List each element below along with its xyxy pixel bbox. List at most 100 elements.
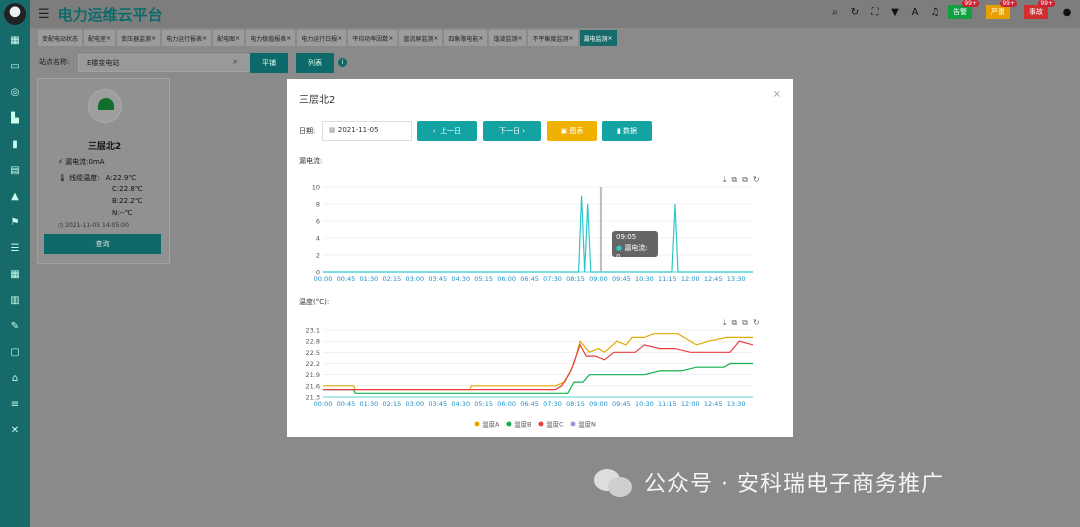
device-avatar [88, 89, 122, 123]
shirt-icon[interactable]: ▼ [888, 5, 902, 19]
date-picker[interactable]: ▦ 2021-11-05 [322, 121, 412, 141]
temp-row: 🌡 线缆温度: A:22.9℃ [58, 174, 137, 182]
header-tools: ⌕ ↻ ⛶ ▼ A ♫ 告警 99+ 严重 99+ 事故 99+ ● [828, 0, 1074, 19]
modal-title: 三层北2 [299, 95, 336, 106]
x-tick-label: 12:45 [704, 400, 723, 408]
fullscreen-icon[interactable]: ⛶ [868, 5, 882, 19]
list-button[interactable]: 列表 [296, 53, 334, 73]
alarm-badge-serious[interactable]: 严重 99+ [986, 0, 1017, 19]
badge-count: 99+ [1038, 0, 1055, 7]
x-tick-label: 08:15 [566, 400, 585, 408]
y-tick-label: 21.6 [306, 382, 320, 390]
tab-close-icon[interactable]: × [517, 35, 522, 42]
tab-close-icon[interactable]: × [235, 35, 240, 42]
detail-modal: 三层北2 × 日期: ▦ 2021-11-05 ‹ 上一日 下一日 › ▣ 图表… [287, 79, 793, 437]
temp-b: B:22.2℃ [112, 197, 143, 205]
report-icon[interactable]: ▙ [0, 107, 30, 129]
tab-close-icon[interactable]: × [433, 35, 438, 42]
leak-row: ⚡ 漏电流:0mA [58, 158, 105, 166]
document-icon[interactable]: ▢ [0, 341, 30, 363]
tab-item[interactable]: 直流屏监测 × [399, 30, 443, 46]
home-icon[interactable]: ▦ [0, 29, 30, 51]
tab-item[interactable]: 电力运行报表 × [162, 30, 212, 46]
y-tick-label: 22.2 [306, 360, 320, 368]
tab-item[interactable]: 配电室 × [84, 30, 116, 46]
x-tick-label: 10:30 [635, 400, 654, 408]
tab-item[interactable]: 平均功率因数 × [348, 30, 398, 46]
tab-item[interactable]: 漏电监测 × [579, 30, 617, 46]
alarm-icon[interactable]: ▲ [0, 185, 30, 207]
watermark: 公众号 · 安科瑞电子商务推广 [594, 466, 944, 498]
tab-item[interactable]: 电力极值报表 × [246, 30, 296, 46]
chart-button[interactable]: ▣ 图表 [547, 121, 597, 141]
menu-icon[interactable]: ☰ [38, 7, 50, 22]
building-icon[interactable]: ▤ [0, 159, 30, 181]
x-tick-label: 01:30 [360, 400, 379, 408]
x-tick-label: 02:15 [382, 275, 401, 283]
tooltip-dot-icon: ● [616, 244, 623, 252]
y-tick-label: 10 [312, 184, 320, 192]
edit-icon[interactable]: ✎ [0, 315, 30, 337]
tab-item[interactable]: 配电图 × [213, 30, 245, 46]
refresh-icon[interactable]: ↻ [848, 5, 862, 19]
legend-marker [506, 421, 512, 427]
search-icon[interactable]: ⌕ [828, 5, 842, 19]
y-tick-label: 21.9 [306, 371, 320, 379]
search-row: 站点名称: E楼变电站 ⌕ 平铺 列表 i [30, 52, 1080, 74]
series-line [323, 340, 754, 391]
x-tick-label: 13:30 [727, 400, 746, 408]
tab-close-icon[interactable]: × [478, 35, 483, 42]
next-day-button[interactable]: 下一日 › [483, 121, 541, 141]
table-icon[interactable]: ▦ [0, 263, 30, 285]
y-tick-label: 8 [316, 201, 320, 209]
monitor-icon[interactable]: ▭ [0, 55, 30, 77]
station-input[interactable]: E楼变电站 [78, 54, 252, 72]
user-icon[interactable]: ● [1060, 5, 1074, 19]
tab-close-icon[interactable]: × [202, 35, 207, 42]
settings-icon[interactable]: ≡ [0, 393, 30, 415]
tab-close-icon[interactable]: × [151, 35, 156, 42]
tab-item[interactable]: 电力运行日报 × [297, 30, 347, 46]
font-icon[interactable]: A [908, 5, 922, 19]
tab-close-icon[interactable]: × [388, 35, 393, 42]
tab-close-icon[interactable]: × [337, 35, 342, 42]
x-tick-label: 06:00 [497, 275, 516, 283]
x-tick-label: 00:45 [337, 400, 356, 408]
tab-close-icon[interactable]: × [569, 35, 574, 42]
grid-icon[interactable]: ▥ [0, 289, 30, 311]
flag-icon[interactable]: ⚑ [0, 211, 30, 233]
alarm-badge-accident[interactable]: 事故 99+ [1024, 0, 1055, 19]
topbar: ☰ 电力运维云平台 ⌕ ↻ ⛶ ▼ A ♫ 告警 99+ 严重 99+ 事故 99+ … [30, 0, 1080, 28]
tab-close-icon[interactable]: × [608, 35, 613, 42]
alarm-badge-warning[interactable]: 告警 99+ [948, 0, 979, 19]
tab-item[interactable]: 谐波监测 × [489, 30, 527, 46]
tab-close-icon[interactable]: × [106, 35, 111, 42]
tile-button[interactable]: 平铺 [250, 53, 288, 73]
globe-icon[interactable]: ◎ [0, 81, 30, 103]
prev-day-button[interactable]: ‹ 上一日 [417, 121, 477, 141]
house-icon[interactable]: ⌂ [0, 367, 30, 389]
tab-item[interactable]: 变压器监测 × [117, 30, 161, 46]
list-icon[interactable]: ☰ [0, 237, 30, 259]
station-label: 站点名称: [39, 58, 70, 66]
y-tick-label: 22.5 [306, 349, 320, 357]
tools-icon[interactable]: ✕ [0, 419, 30, 441]
x-tick-label: 00:00 [314, 400, 333, 408]
data-button[interactable]: ▮ 数据 [602, 121, 652, 141]
x-tick-label: 04:30 [451, 275, 470, 283]
help-icon[interactable]: i [338, 58, 347, 67]
query-button[interactable]: 查询 [44, 234, 161, 254]
tab-item[interactable]: 不平衡度监测 × [528, 30, 578, 46]
x-tick-label: 00:45 [337, 275, 356, 283]
temp-chart-title: 温度(°C): [299, 298, 330, 306]
search-icon[interactable]: ⌕ [233, 57, 237, 67]
badge-count: 99+ [1000, 0, 1017, 7]
tab-item[interactable]: 变配电站状态 [38, 30, 83, 46]
tab-close-icon[interactable]: × [286, 35, 291, 42]
close-icon[interactable]: × [773, 89, 781, 100]
tab-item[interactable]: 四象限电能 × [444, 30, 488, 46]
x-tick-label: 05:15 [474, 400, 493, 408]
temp-n: N:--℃ [112, 209, 133, 217]
chart-icon[interactable]: ▮ [0, 133, 30, 155]
bell-icon[interactable]: ♫ [928, 5, 942, 19]
